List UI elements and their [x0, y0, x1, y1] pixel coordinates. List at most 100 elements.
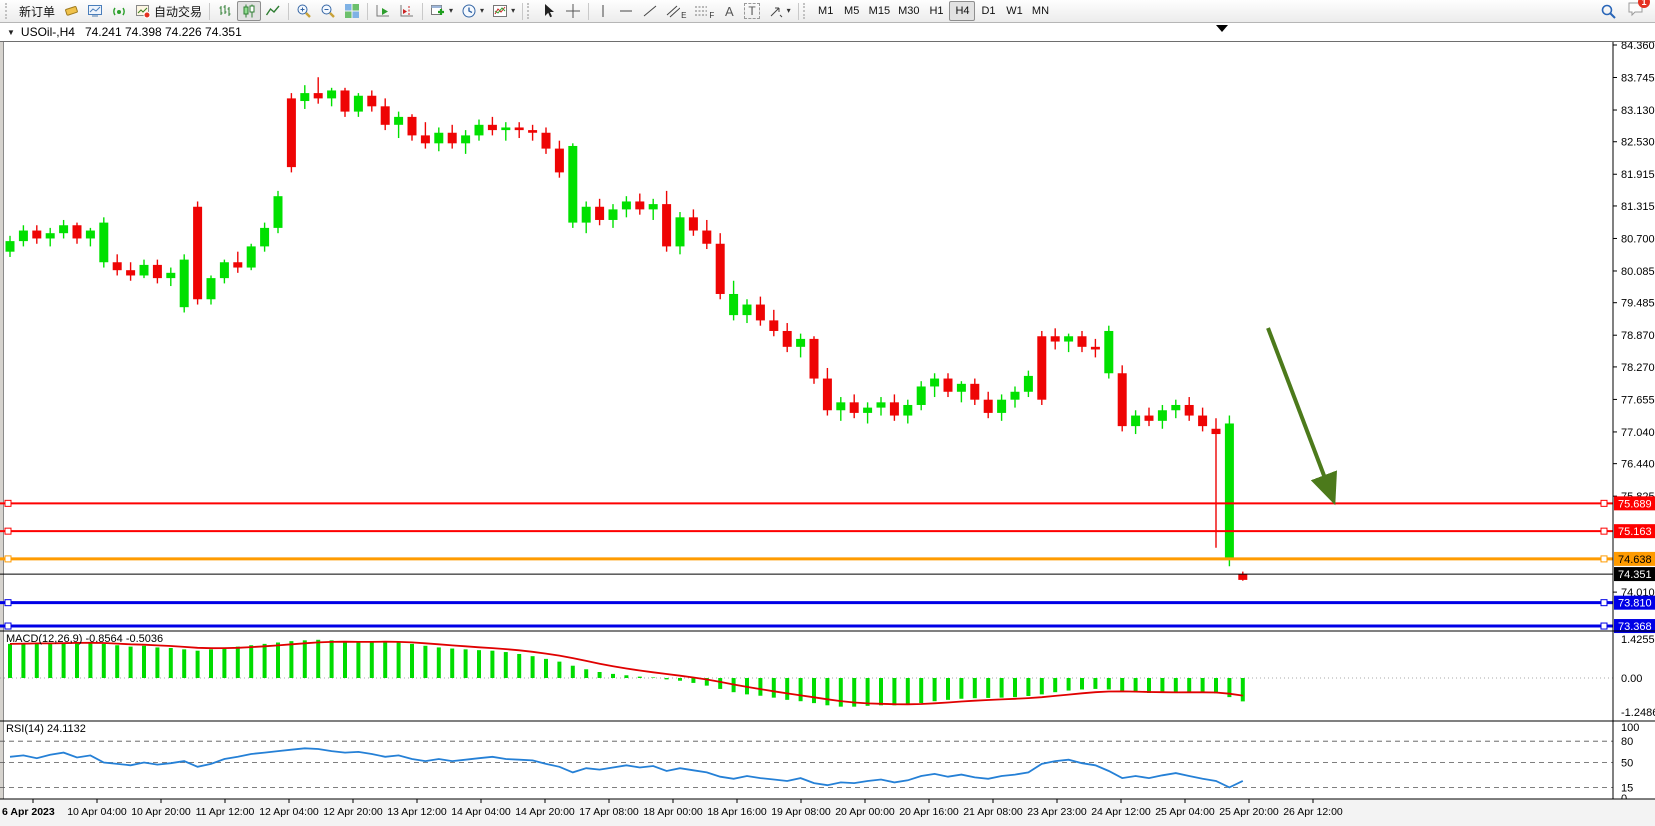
- svg-text:18 Apr 00:00: 18 Apr 00:00: [643, 806, 703, 818]
- arrows-tool-button[interactable]: ▾: [764, 1, 795, 21]
- vertical-line-tool-button[interactable]: [592, 1, 614, 21]
- new-chart-button[interactable]: ▾: [426, 1, 457, 21]
- svg-text:81.915: 81.915: [1621, 169, 1655, 181]
- clock-button[interactable]: ▾: [457, 1, 488, 21]
- search-button[interactable]: [1596, 1, 1621, 21]
- new-order-button[interactable]: 新订单: [15, 1, 59, 21]
- text-tool-button[interactable]: A: [718, 1, 740, 21]
- cursor-button[interactable]: [537, 1, 561, 21]
- terminal-button[interactable]: [83, 1, 107, 21]
- symbol-period-label: USOil-,H4: [21, 25, 75, 39]
- auto-scroll-icon: [375, 3, 391, 19]
- crosshair-button[interactable]: [561, 1, 585, 21]
- svg-text:0.00: 0.00: [1621, 673, 1642, 685]
- auto-scroll-button[interactable]: [371, 1, 395, 21]
- svg-text:10 Apr 20:00: 10 Apr 20:00: [131, 806, 191, 818]
- toolbar-drag-handle[interactable]: [803, 3, 810, 19]
- auto-trading-button[interactable]: 自动交易: [131, 1, 206, 21]
- ticket-button[interactable]: [59, 1, 83, 21]
- collapse-triangle-icon: ▼: [7, 28, 15, 37]
- new-order-label: 新订单: [19, 3, 55, 20]
- fibonacci-icon: [694, 3, 708, 19]
- svg-text:24 Apr 12:00: 24 Apr 12:00: [1091, 806, 1151, 818]
- svg-text:18 Apr 16:00: 18 Apr 16:00: [707, 806, 767, 818]
- clock-icon: [461, 3, 477, 19]
- svg-text:1.4255: 1.4255: [1621, 634, 1655, 646]
- svg-text:76.440: 76.440: [1621, 459, 1655, 471]
- chart-canvas[interactable]: 84.36083.74583.13082.53081.91581.31580.7…: [0, 23, 1655, 826]
- zoom-in-button[interactable]: [292, 1, 316, 21]
- svg-text:80.700: 80.700: [1621, 233, 1655, 245]
- indicators-icon: [492, 3, 508, 19]
- chart-title-bar[interactable]: ▼ USOil-,H4 74.241 74.398 74.226 74.351: [0, 23, 1655, 42]
- toolbar-drag-handle[interactable]: [527, 3, 534, 19]
- timeframe-w1-button[interactable]: W1: [1001, 1, 1027, 21]
- svg-text:82.530: 82.530: [1621, 137, 1655, 149]
- tile-windows-icon: [344, 3, 360, 19]
- trendline-tool-button[interactable]: [638, 1, 662, 21]
- new-chart-icon: [430, 3, 446, 19]
- svg-text:25 Apr 20:00: 25 Apr 20:00: [1219, 806, 1279, 818]
- macd-panel: 1.42550.00-1.2486: [0, 631, 1655, 719]
- line-chart-icon: [265, 3, 281, 19]
- ticket-icon: [63, 3, 79, 19]
- tile-windows-button[interactable]: [340, 1, 364, 21]
- svg-text:20 Apr 00:00: 20 Apr 00:00: [835, 806, 895, 818]
- price-axis: 84.36083.74583.13082.53081.91581.31580.7…: [1613, 40, 1655, 599]
- bar-chart-button[interactable]: [213, 1, 237, 21]
- timeframe-h1-button[interactable]: H1: [923, 1, 949, 21]
- vertical-line-icon: [596, 3, 610, 19]
- svg-text:17 Apr 08:00: 17 Apr 08:00: [579, 806, 639, 818]
- zoom-out-icon: [320, 3, 336, 19]
- svg-text:78.270: 78.270: [1621, 362, 1655, 374]
- line-chart-button[interactable]: [261, 1, 285, 21]
- indicators-button[interactable]: ▾: [488, 1, 519, 21]
- timeframe-m30-button[interactable]: M30: [894, 1, 923, 21]
- new-chart-dropdown-caret: ▾: [449, 7, 453, 15]
- bar-chart-icon: [217, 3, 233, 19]
- svg-text:11 Apr 12:00: 11 Apr 12:00: [196, 806, 255, 818]
- horizontal-line-tool-button[interactable]: [614, 1, 638, 21]
- timeframe-m1-button[interactable]: M1: [813, 1, 839, 21]
- svg-text:80.085: 80.085: [1621, 266, 1655, 278]
- mt4-window: 新订单 自动交易: [0, 0, 1655, 826]
- signal-button[interactable]: [107, 1, 131, 21]
- timeframe-m15-button[interactable]: M15: [865, 1, 894, 21]
- notifications-button[interactable]: 1: [1627, 0, 1645, 22]
- chart-window: ▼ USOil-,H4 74.241 74.398 74.226 74.351 …: [0, 23, 1655, 826]
- chart-shift-marker-icon[interactable]: [1216, 25, 1228, 32]
- timeframe-d1-button[interactable]: D1: [975, 1, 1001, 21]
- svg-text:77.040: 77.040: [1621, 427, 1655, 439]
- timeframe-mn-button[interactable]: MN: [1027, 1, 1053, 21]
- candles-layer: [6, 77, 1248, 580]
- fibonacci-tool-button[interactable]: F: [690, 1, 718, 21]
- svg-text:21 Apr 08:00: 21 Apr 08:00: [963, 806, 1023, 818]
- channel-icon: [666, 3, 680, 19]
- fibonacci-letter: F: [709, 11, 714, 20]
- cursor-icon: [541, 3, 557, 19]
- svg-text:26 Apr 12:00: 26 Apr 12:00: [1283, 806, 1343, 818]
- svg-text:10 Apr 04:00: 10 Apr 04:00: [67, 806, 127, 818]
- trendline-icon: [642, 3, 658, 19]
- svg-text:80: 80: [1621, 736, 1633, 748]
- chart-shift-button[interactable]: [395, 1, 419, 21]
- text-label-tool-button[interactable]: T: [740, 1, 763, 21]
- svg-text:74.638: 74.638: [1618, 554, 1652, 566]
- auto-trading-label: 自动交易: [154, 3, 202, 20]
- clock-dropdown-caret: ▾: [480, 7, 484, 15]
- candlestick-chart-button[interactable]: [237, 1, 261, 21]
- svg-text:6 Apr 2023: 6 Apr 2023: [2, 806, 55, 818]
- timeframe-h4-button[interactable]: H4: [949, 1, 975, 21]
- svg-text:77.655: 77.655: [1621, 394, 1655, 406]
- indicators-dropdown-caret: ▾: [511, 7, 515, 15]
- auto-trading-icon: [135, 3, 151, 19]
- svg-text:14 Apr 20:00: 14 Apr 20:00: [515, 806, 575, 818]
- zoom-out-button[interactable]: [316, 1, 340, 21]
- toolbar-drag-handle[interactable]: [5, 3, 12, 19]
- timeframe-m5-button[interactable]: M5: [839, 1, 865, 21]
- svg-text:23 Apr 23:00: 23 Apr 23:00: [1027, 806, 1087, 818]
- hlines-layer: 75.68975.16374.63874.35173.81073.368: [0, 496, 1655, 633]
- ohlc-values: 74.241 74.398 74.226 74.351: [85, 25, 242, 39]
- monitor-icon: [87, 3, 103, 19]
- channel-tool-button[interactable]: E: [662, 1, 690, 21]
